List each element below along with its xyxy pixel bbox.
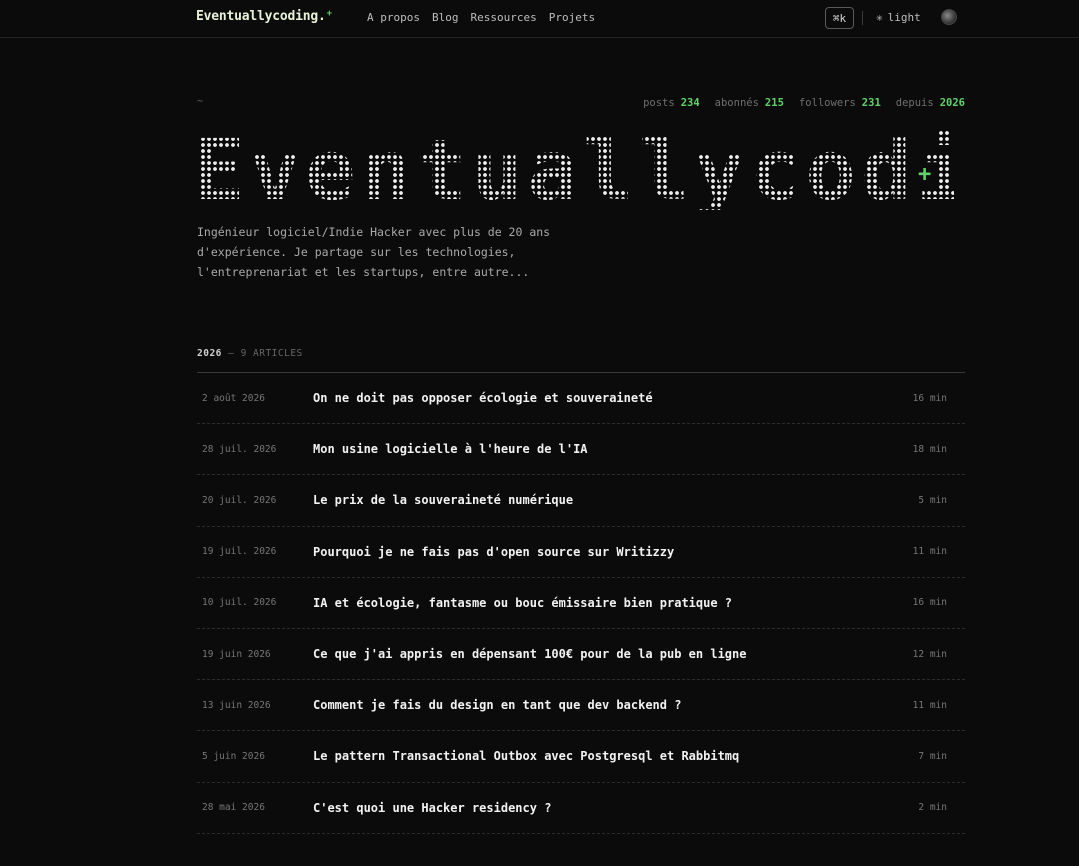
nav-link-ressources[interactable]: Ressources <box>470 11 536 24</box>
article-row[interactable]: 28 mai 2026 C'est quoi une Hacker residen… <box>197 783 965 834</box>
article-title[interactable]: Le pattern Transactional Outbox avec Pos… <box>313 749 905 763</box>
theme-toggle-label: light <box>887 11 921 24</box>
article-row[interactable]: 10 juil. 2026 IA et écologie, fantasme ou… <box>197 578 965 629</box>
article-date: 28 mai 2026 <box>202 802 265 814</box>
article-read-time: 18 min <box>912 443 947 455</box>
article-title[interactable]: Le prix de la souveraineté numérique <box>313 493 905 507</box>
article-row[interactable]: 5 juin 2026 Le pattern Transactional Outb… <box>197 731 965 783</box>
article-title[interactable]: Ce que j'ai appris en dépensant 100€ pou… <box>313 647 905 661</box>
brand-logo-link[interactable]: Eventuallycoding.+ <box>196 9 332 24</box>
article-row[interactable]: 28 juil. 2026 Mon usine logicielle à l'he… <box>197 424 965 476</box>
article-date: 2 août 2026 <box>202 392 265 404</box>
article-date: 20 juil. 2026 <box>202 494 277 506</box>
article-title[interactable]: Comment je fais du design en tant que de… <box>313 698 905 712</box>
article-read-time: 16 min <box>912 392 947 404</box>
article-row[interactable]: 19 juil. 2026 Pourquoi je ne fais pas d'o… <box>197 527 965 578</box>
article-read-time: 5 min <box>918 494 947 506</box>
article-row[interactable]: 19 juin 2026 Ce que j'ai appris en dépens… <box>197 629 965 681</box>
article-list: 2 août 2026 On ne doit pas opposer écolog… <box>197 372 965 834</box>
article-date: 28 juil. 2026 <box>202 443 277 455</box>
article-read-time: 11 min <box>912 699 947 711</box>
article-title[interactable]: Mon usine logicielle à l'heure de l'IA <box>313 442 905 456</box>
brand-plus-icon: + <box>326 9 332 19</box>
stat-depuis: depuis 2026 <box>895 97 965 109</box>
article-row[interactable]: 2 août 2026 On ne doit pas opposer écolog… <box>197 373 965 425</box>
stat-abonnes: abonnés 215 <box>714 97 784 109</box>
article-row[interactable]: 13 juin 2026 Comment je fais du design en… <box>197 680 965 732</box>
section-article-count: — 9 ARTICLES <box>228 348 303 359</box>
home-tilde: ~ <box>197 96 204 107</box>
nav-link-blog[interactable]: Blog <box>432 11 459 24</box>
command-palette-button[interactable]: ⌘k <box>825 7 854 29</box>
article-date: 10 juil. 2026 <box>202 597 277 609</box>
article-read-time: 12 min <box>912 648 947 660</box>
section-heading: 2026 — 9 ARTICLES <box>197 348 303 359</box>
article-title[interactable]: C'est quoi une Hacker residency ? <box>313 801 905 815</box>
article-read-time: 7 min <box>918 750 947 762</box>
hero: Eventuallycoding + <box>194 121 1079 219</box>
article-title[interactable]: On ne doit pas opposer écologie et souve… <box>313 391 905 405</box>
article-read-time: 11 min <box>912 546 947 558</box>
stat-posts: posts 234 <box>643 97 700 109</box>
article-date: 19 juin 2026 <box>202 648 271 660</box>
section-year: 2026 <box>197 348 222 359</box>
article-read-time: 2 min <box>918 802 947 814</box>
hero-plus-icon: + <box>918 162 932 187</box>
sun-icon: ✳ <box>876 11 883 24</box>
article-title[interactable]: IA et écologie, fantasme ou bouc émissai… <box>313 596 905 610</box>
hero-title: Eventuallycoding <box>194 121 1079 219</box>
theme-toggle-button[interactable]: ✳ light <box>876 11 921 24</box>
article-date: 5 juin 2026 <box>202 750 265 762</box>
header-divider <box>862 11 863 25</box>
top-bar: Eventuallycoding.+ A propos Blog Ressour… <box>0 0 1079 38</box>
profile-stats: posts 234 abonnés 215 followers 231 depuis 2… <box>643 97 965 109</box>
main-nav: A propos Blog Ressources Projets <box>367 11 595 24</box>
article-row[interactable]: 20 juil. 2026 Le prix de la souveraineté … <box>197 475 965 527</box>
profile-description: Ingénieur logiciel/Indie Hacker avec plu… <box>197 225 551 279</box>
stat-followers: followers 231 <box>798 97 881 109</box>
nav-link-projets[interactable]: Projets <box>549 11 595 24</box>
brand-text: Eventuallycoding. <box>196 9 326 24</box>
article-date: 13 juin 2026 <box>202 699 271 711</box>
article-read-time: 16 min <box>912 597 947 609</box>
article-date: 19 juil. 2026 <box>202 546 277 558</box>
avatar[interactable] <box>941 9 957 25</box>
article-title[interactable]: Pourquoi je ne fais pas d'open source su… <box>313 545 905 559</box>
nav-link-a-propos[interactable]: A propos <box>367 11 420 24</box>
